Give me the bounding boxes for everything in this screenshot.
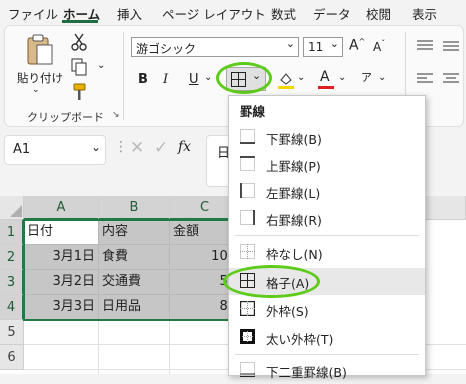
menu-title: 罫線 <box>240 104 266 119</box>
underline-dropdown-chevron-icon[interactable]: ⌄ <box>204 72 212 83</box>
cell-b3[interactable]: 交通費 <box>99 270 170 295</box>
row-header-2[interactable]: 2 <box>0 245 24 270</box>
column-header-a[interactable]: A <box>24 196 99 220</box>
tab-review[interactable]: 校閲 <box>366 4 391 23</box>
menu-item-left-border[interactable]: 左罫線(L) <box>229 178 425 205</box>
decrease-font-size-button[interactable]: Aˇ <box>373 39 385 54</box>
format-painter-icon[interactable] <box>69 82 89 102</box>
paste-icon[interactable] <box>23 32 57 68</box>
cell-b1[interactable]: 内容 <box>99 220 170 245</box>
italic-button[interactable]: I <box>163 72 168 87</box>
menu-separator <box>235 235 419 236</box>
insert-function-button[interactable]: fx <box>178 139 191 155</box>
row-header-5[interactable]: 5 <box>0 320 24 345</box>
font-color-letter: A <box>320 69 330 85</box>
phonetic-chevron-icon[interactable]: ⌄ <box>378 72 386 83</box>
cut-icon[interactable] <box>69 32 89 52</box>
clipboard-group-label: クリップボード <box>27 111 104 124</box>
column-header-b[interactable]: B <box>99 196 170 220</box>
bottom-double-border-icon <box>240 362 255 377</box>
cancel-icon[interactable]: ✕ <box>130 138 144 158</box>
menu-item-top-border[interactable]: 上罫線(P) <box>229 151 425 178</box>
font-size-value: 11 <box>308 40 324 54</box>
fill-color-chevron-icon[interactable]: ⌄ <box>297 72 305 83</box>
borders-dropdown-menu: 罫線 下罫線(B) 上罫線(P) 左罫線(L) 右罫線(R) 枠なし(N) 格子… <box>228 95 426 380</box>
row-header-3[interactable]: 3 <box>0 270 24 295</box>
cell-a1[interactable]: 日付 <box>24 220 99 245</box>
border-bottom-icon <box>240 129 255 144</box>
menu-item-no-border[interactable]: 枠なし(N) <box>229 239 425 266</box>
paste-dropdown-chevron-icon[interactable]: ⌄ <box>32 85 40 95</box>
increase-font-size-button[interactable]: A^ <box>349 37 365 54</box>
highlight-circle-borders <box>216 62 272 94</box>
fill-color-icon[interactable] <box>276 70 296 90</box>
underline-button[interactable]: U <box>189 72 199 87</box>
cell-b4[interactable]: 日用品 <box>99 295 170 320</box>
align-center-icon[interactable] <box>441 71 461 87</box>
select-all-corner[interactable] <box>0 196 24 220</box>
font-color-swatch <box>318 86 334 89</box>
tab-data[interactable]: データ <box>313 4 351 23</box>
phonetic-guide-button[interactable]: ア <box>361 69 372 85</box>
menu-item-outside-borders[interactable]: 外枠(S) <box>229 296 425 323</box>
align-middle-icon[interactable] <box>441 38 461 54</box>
font-size-combobox[interactable]: 11 ⌄ <box>303 37 343 57</box>
cell-a4[interactable]: 3月3日 <box>24 295 99 320</box>
cell-a2[interactable]: 3月1日 <box>24 245 99 270</box>
menu-item-thick-box-border[interactable]: 太い外枠(T) <box>229 324 425 351</box>
active-tab-indicator <box>62 20 98 23</box>
cell-a3[interactable]: 3月2日 <box>24 270 99 295</box>
ribbon-tab-bar: ファイル ホーム 挿入 ページ レイアウト 数式 データ 校閲 表示 <box>0 0 466 25</box>
outside-borders-icon <box>240 301 255 316</box>
name-box-chevron-icon[interactable]: ⌄ <box>91 140 101 154</box>
copy-icon[interactable] <box>69 57 89 77</box>
clipboard-dialog-launcher-icon[interactable]: ↘ <box>112 110 120 120</box>
row-header-4[interactable]: 4 <box>0 295 24 320</box>
row-header-1[interactable]: 1 <box>0 220 24 245</box>
menu-item-bottom-border[interactable]: 下罫線(B) <box>229 124 425 151</box>
tab-formulas[interactable]: 数式 <box>271 4 296 23</box>
border-top-icon <box>240 156 255 171</box>
border-right-icon <box>240 210 255 225</box>
copy-dropdown-chevron-icon[interactable]: ⌄ <box>97 60 105 71</box>
menu-item-right-border[interactable]: 右罫線(R) <box>229 205 425 232</box>
align-left-icon[interactable] <box>415 71 435 87</box>
align-top-icon[interactable] <box>415 38 435 54</box>
highlight-circle-all-borders <box>223 265 320 298</box>
gridline <box>98 320 99 374</box>
no-border-icon <box>240 244 255 259</box>
tab-view[interactable]: 表示 <box>412 4 437 23</box>
bold-button[interactable]: B <box>138 72 148 87</box>
menu-item-bottom-double-border[interactable]: 下二重罫線(B) <box>229 357 425 384</box>
tab-page-layout[interactable]: ページ レイアウト <box>162 4 266 23</box>
group-divider <box>123 32 124 120</box>
font-color-chevron-icon[interactable]: ⌄ <box>338 72 346 83</box>
font-name-combobox[interactable]: 游ゴシック ⌄ <box>131 37 299 57</box>
font-size-chevron-icon[interactable]: ⌄ <box>330 37 339 50</box>
border-left-icon <box>240 183 255 198</box>
thick-box-border-icon <box>240 329 255 344</box>
gridline <box>169 320 170 374</box>
row-header-6[interactable]: 6 <box>0 345 24 370</box>
tab-insert[interactable]: 挿入 <box>117 4 142 23</box>
font-color-button[interactable]: A <box>317 68 335 90</box>
tab-file[interactable]: ファイル <box>8 4 58 23</box>
menu-separator <box>235 354 419 355</box>
font-name-chevron-icon[interactable]: ⌄ <box>286 37 295 50</box>
name-box[interactable]: A1 ⌄ <box>4 135 106 165</box>
enter-check-icon[interactable]: ✓ <box>154 138 168 158</box>
formula-bar-more-icon: ⋮ <box>114 139 128 155</box>
name-box-value: A1 <box>13 142 31 157</box>
paste-button[interactable]: 貼り付け <box>17 70 63 86</box>
cell-b2[interactable]: 食費 <box>99 245 170 270</box>
font-name-value: 游ゴシック <box>136 42 197 56</box>
